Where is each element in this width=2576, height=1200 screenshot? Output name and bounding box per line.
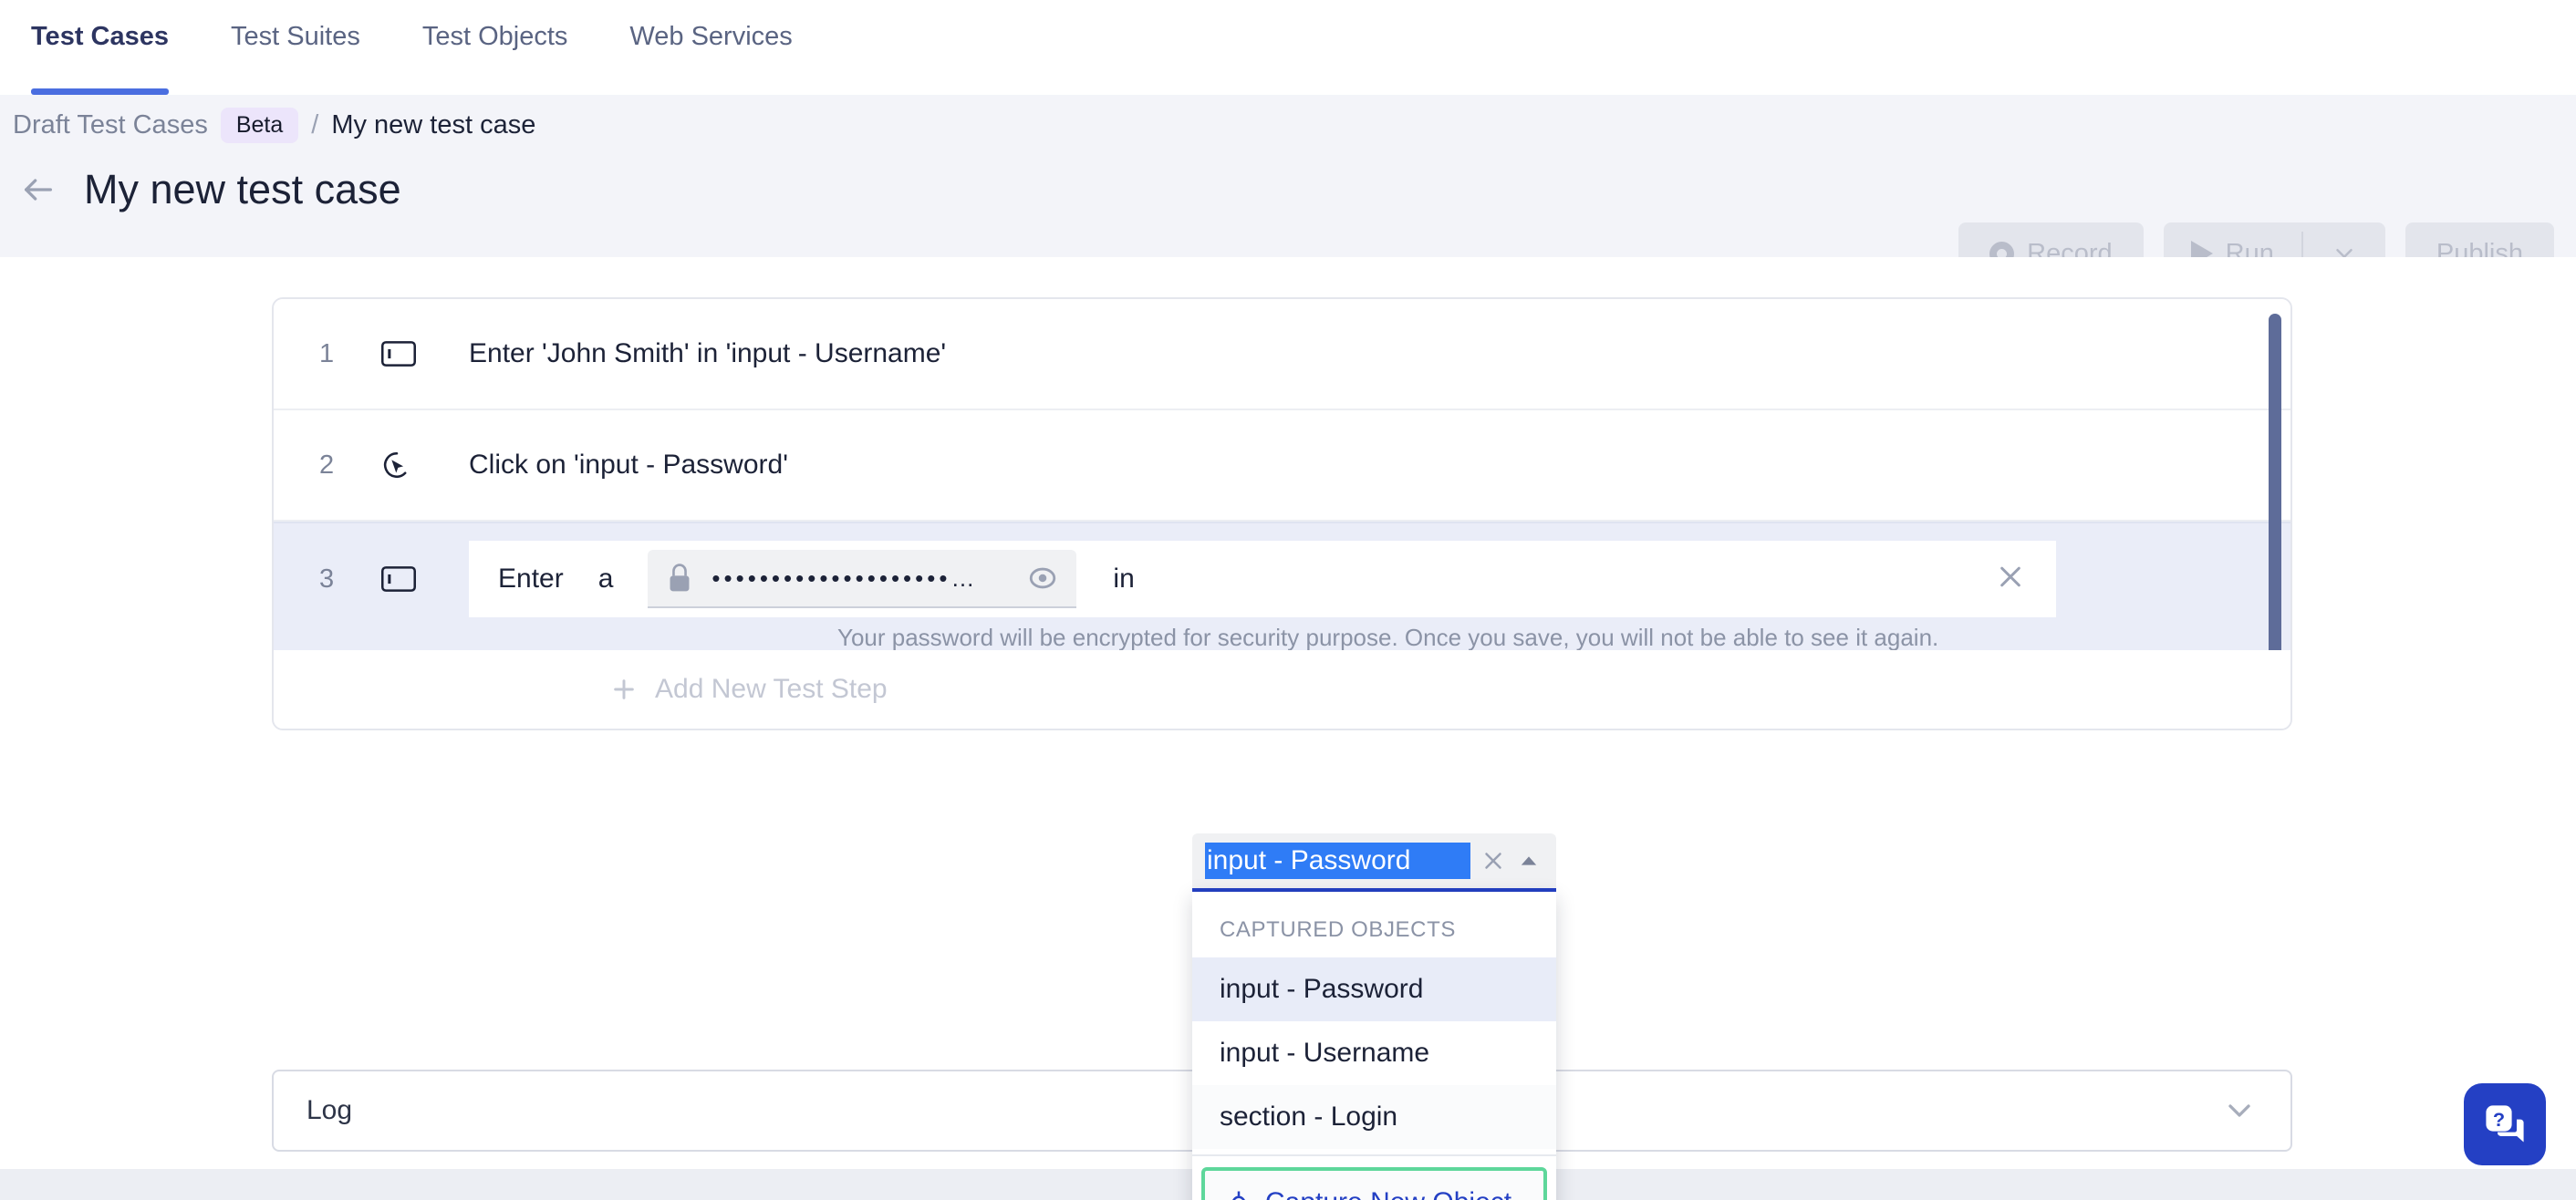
- tab-label: Web Services: [629, 22, 793, 51]
- add-step-label: Add New Test Step: [655, 674, 888, 704]
- arrow-left-icon[interactable]: [18, 170, 58, 210]
- breadcrumb-separator: /: [311, 110, 319, 140]
- tab-test-objects[interactable]: Test Objects: [391, 0, 599, 95]
- preposition-label: in: [1113, 564, 1135, 594]
- test-object-input[interactable]: input - Password: [1192, 833, 1556, 892]
- autocomplete-menu: CAPTURED OBJECTS input - Password input …: [1192, 892, 1556, 1200]
- lock-encrypted-icon: A: [666, 563, 693, 594]
- step-editor: Enter a A ••••••••••••••••••••… in: [469, 541, 2056, 617]
- plus-icon: [609, 675, 639, 704]
- tab-web-services[interactable]: Web Services: [598, 0, 823, 95]
- step-description: Click on 'input - Password': [469, 450, 788, 480]
- page-title: My new test case: [84, 166, 401, 212]
- table-row[interactable]: 2 Click on 'input - Password': [274, 410, 2290, 522]
- capture-new-object-button[interactable]: Capture New Object: [1201, 1167, 1547, 1200]
- eye-icon[interactable]: [1027, 563, 1058, 594]
- svg-text:?: ?: [2493, 1108, 2505, 1131]
- top-navigation: Test Cases Test Suites Test Objects Web …: [0, 0, 2576, 95]
- tab-test-cases[interactable]: Test Cases: [0, 0, 200, 95]
- tab-label: Test Suites: [231, 22, 360, 51]
- crosshair-icon: [1225, 1189, 1252, 1200]
- test-object-autocomplete: input - Password CAPTURED OBJECTS input …: [1192, 833, 1556, 1200]
- active-tab-underline: [31, 88, 169, 95]
- close-icon[interactable]: [1480, 847, 1507, 874]
- autocomplete-group-header: CAPTURED OBJECTS: [1220, 917, 1456, 942]
- password-hint: Your password will be encrypted for secu…: [837, 624, 1939, 651]
- step-description: Enter 'John Smith' in 'input - Username': [469, 338, 947, 368]
- autocomplete-value[interactable]: input - Password: [1205, 843, 1470, 879]
- main-content: 1 Enter 'John Smith' in 'input - Usernam…: [0, 257, 2576, 1200]
- step-number: 2: [319, 450, 335, 480]
- password-field[interactable]: A ••••••••••••••••••••…: [648, 550, 1077, 608]
- beta-badge: Beta: [220, 108, 299, 143]
- chevron-up-icon[interactable]: [1516, 848, 1542, 874]
- text-input-icon: [381, 565, 469, 593]
- breadcrumb-bar: Draft Test Cases Beta / My new test case…: [0, 95, 2576, 284]
- menu-divider: [1192, 1154, 1556, 1156]
- page-title-row: My new test case: [18, 166, 401, 213]
- close-icon[interactable]: [1996, 563, 2025, 596]
- tab-label: Test Cases: [31, 22, 169, 51]
- edit-row-top: 3 Enter a A ••••••••••••••••••••… in: [274, 523, 2290, 635]
- svg-text:A: A: [676, 578, 683, 590]
- text-input-icon: [381, 340, 469, 367]
- password-value: ••••••••••••••••••••…: [712, 564, 979, 592]
- help-chat-icon[interactable]: ?: [2464, 1083, 2546, 1165]
- test-steps-panel: 1 Enter 'John Smith' in 'input - Usernam…: [272, 297, 2292, 730]
- click-cursor-icon: [381, 450, 469, 481]
- list-item[interactable]: input - Username: [1192, 1021, 1556, 1085]
- list-item[interactable]: input - Password: [1192, 957, 1556, 1021]
- table-row[interactable]: 1 Enter 'John Smith' in 'input - Usernam…: [274, 299, 2290, 410]
- scrollbar-thumb[interactable]: [2269, 314, 2281, 697]
- log-title: Log: [306, 1095, 353, 1125]
- chevron-down-icon[interactable]: [2221, 1092, 2258, 1129]
- breadcrumb-parent-link[interactable]: Draft Test Cases: [13, 110, 208, 140]
- tab-label: Test Objects: [421, 22, 568, 51]
- step-number: 3: [319, 564, 335, 594]
- article-label: a: [597, 564, 614, 594]
- breadcrumb-current: My new test case: [331, 110, 536, 140]
- capture-label: Capture New Object: [1265, 1187, 1511, 1200]
- add-new-test-step-button[interactable]: Add New Test Step: [274, 650, 2290, 729]
- step-number: 1: [319, 338, 335, 368]
- tab-test-suites[interactable]: Test Suites: [200, 0, 391, 95]
- breadcrumb: Draft Test Cases Beta / My new test case: [13, 108, 535, 143]
- list-item[interactable]: section - Login: [1192, 1085, 1556, 1149]
- keyword-label: Enter: [498, 564, 564, 594]
